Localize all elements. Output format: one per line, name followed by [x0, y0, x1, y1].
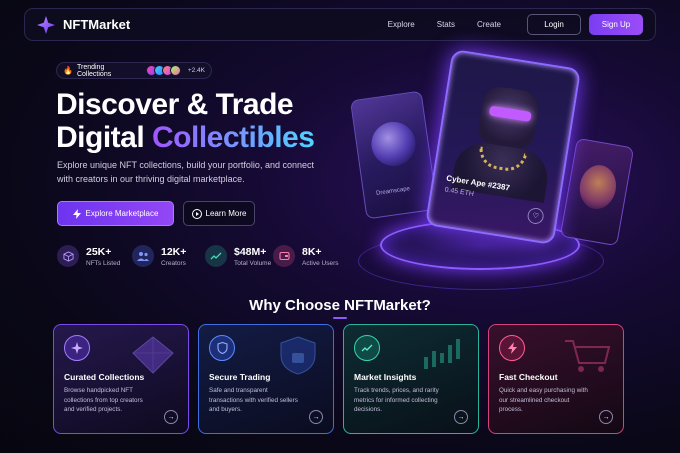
stat-active-users: 8K+ Active Users: [273, 245, 348, 267]
stat-label: NFTs Listed: [86, 259, 121, 267]
learn-more-button[interactable]: Learn More: [183, 201, 255, 226]
hero-title: Discover & Trade Digital Collectibles: [56, 88, 315, 154]
feature-description: Safe and transparent transactions with v…: [209, 387, 298, 413]
arrow-right-icon[interactable]: →: [164, 410, 178, 424]
explore-button-label: Explore Marketplace: [85, 209, 159, 218]
avatar: [169, 65, 181, 76]
stat-creators: 12K+ Creators: [132, 245, 205, 267]
chart-icon: [354, 335, 380, 361]
trending-badge[interactable]: 🔥 Trending Collections +2.4K: [56, 62, 212, 79]
avatar-stack: [145, 65, 181, 76]
feature-card-secure[interactable]: Secure Trading Safe and transparent tran…: [198, 324, 334, 434]
bolt-icon: [72, 208, 81, 219]
gem-decoration-icon: [132, 336, 174, 374]
stat-label: Creators: [161, 259, 186, 267]
stat-value: 25K+: [86, 245, 112, 258]
stat-value: 12K+: [161, 245, 187, 258]
feature-description: Track trends, prices, and rarity metrics…: [354, 387, 439, 413]
candlestick-decoration-icon: [424, 339, 460, 369]
stat-value: 8K+: [302, 245, 322, 258]
explore-marketplace-button[interactable]: Explore Marketplace: [57, 201, 174, 226]
feature-description: Browse handpicked NFT collections from t…: [64, 387, 143, 413]
brand-name: NFTMarket: [63, 17, 131, 32]
shield-icon: [209, 335, 235, 361]
stats-row: 25K+ NFTs Listed 12K+ Creators $48M+ Total …: [57, 245, 348, 267]
feature-description: Quick and easy purchasing with our strea…: [499, 387, 588, 413]
sparkle-icon: [64, 335, 90, 361]
hero-subtitle: Explore unique NFT collections, build yo…: [57, 160, 314, 184]
creature-artwork: [576, 162, 620, 212]
hero-title-highlight: Collectibles: [152, 121, 315, 154]
arrow-right-icon[interactable]: →: [599, 410, 613, 424]
signup-button[interactable]: Sign Up: [589, 14, 643, 35]
feature-title: Fast Checkout: [499, 372, 558, 382]
cube-icon: [57, 245, 79, 267]
lock-decoration-icon: [280, 336, 316, 375]
stat-total-volume: $48M+ Total Volume: [205, 245, 273, 267]
nft-card-right[interactable]: [559, 137, 635, 247]
login-button[interactable]: Login: [527, 14, 581, 35]
stat-nfts-listed: 25K+ NFTs Listed: [57, 245, 132, 267]
stat-label: Active Users: [302, 259, 339, 267]
feature-card-insights[interactable]: Market Insights Track trends, prices, an…: [343, 324, 479, 434]
nft-card-featured[interactable]: Cyber Ape #2387 0.45 ETH ♡: [424, 48, 582, 246]
stat-value: $48M+: [234, 245, 267, 258]
heart-icon[interactable]: ♡: [526, 206, 545, 226]
cart-decoration-icon: [565, 340, 611, 372]
feature-title: Secure Trading: [209, 372, 271, 382]
nft-card-left-label: Dreamscape: [375, 186, 411, 197]
trending-label: Trending Collections: [76, 63, 112, 78]
users-icon: [132, 245, 154, 267]
nav-link-stats[interactable]: Stats: [437, 20, 455, 29]
trend-icon: [205, 245, 227, 267]
hero-artwork: Dreamscape Cyber Ape #2387 0.45 ETH ♡: [340, 48, 680, 295]
feature-card-curated[interactable]: Curated Collections Browse handpicked NF…: [53, 324, 189, 434]
trending-count: +2.4K: [187, 67, 205, 74]
star-logo-icon: [37, 15, 55, 34]
stat-label: Total Volume: [234, 259, 272, 267]
section-title: Why Choose NFTMarket?: [249, 297, 431, 314]
feature-title: Market Insights: [354, 372, 417, 382]
navbar: NFTMarket Explore Stats Create Login Sig…: [24, 8, 656, 41]
feature-title: Curated Collections: [64, 372, 145, 382]
features-grid: Curated Collections Browse handpicked NF…: [53, 324, 624, 434]
arrow-right-icon[interactable]: →: [309, 410, 323, 424]
fire-icon: 🔥: [63, 66, 73, 75]
nft-card-left[interactable]: Dreamscape: [349, 90, 439, 220]
wallet-icon: [273, 245, 295, 267]
hero-title-line1: Discover & Trade: [56, 88, 294, 121]
nav-link-explore[interactable]: Explore: [388, 20, 415, 29]
brand-logo[interactable]: NFTMarket: [37, 15, 131, 34]
planet-artwork: [368, 119, 419, 169]
section-underline: [333, 317, 347, 319]
learn-more-label: Learn More: [205, 209, 247, 218]
play-icon: [191, 208, 202, 219]
arrow-right-icon[interactable]: →: [454, 410, 468, 424]
bolt-icon: [499, 335, 525, 361]
feature-card-checkout[interactable]: Fast Checkout Quick and easy purchasing …: [488, 324, 624, 434]
hero-title-line2: Digital: [56, 121, 153, 154]
nav-link-create[interactable]: Create: [477, 20, 501, 29]
